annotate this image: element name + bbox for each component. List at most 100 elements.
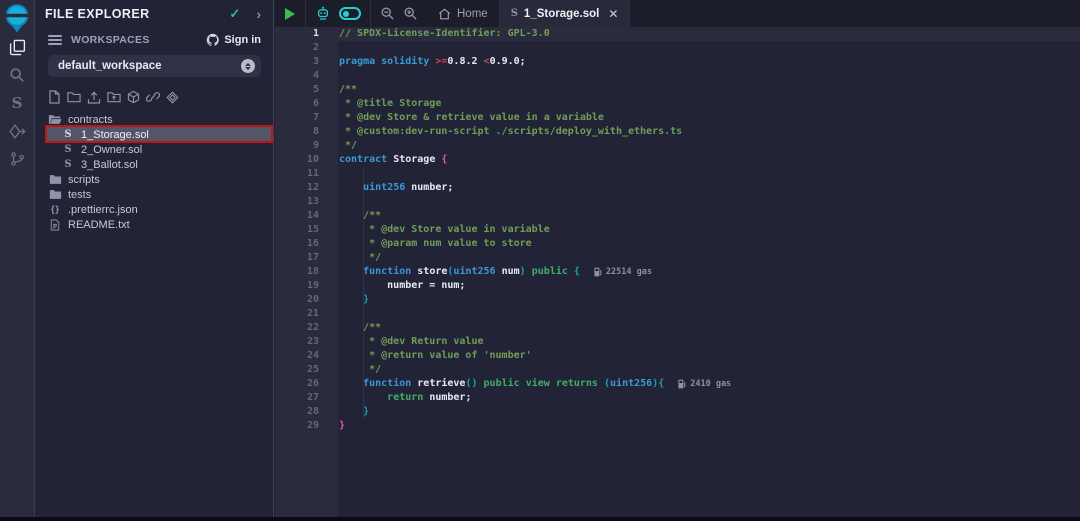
code-line-23[interactable]: * @dev Return value [338,335,1080,349]
create-new-folder-icon[interactable] [67,91,81,103]
import-from-ipfs-icon[interactable] [127,90,140,104]
vertical-icon-panel: S [0,0,35,521]
code-line-15[interactable]: * @dev Store value in variable [338,223,1080,237]
tree-item-3-ballot-sol[interactable]: S3_Ballot.sol [35,157,273,172]
home-icon [438,8,451,20]
code-filler[interactable] [338,433,1080,521]
line-number: 8 [275,125,338,139]
line-number: 10 [275,153,338,167]
code-line-17[interactable]: */ [338,251,1080,265]
code-empty-space [275,433,1080,521]
code-line-28[interactable]: } [338,405,1080,419]
line-number: 3 [275,55,338,69]
code-line-26[interactable]: function retrieve() public view returns … [338,377,1080,391]
code-row-12: 12 uint256 number; [275,181,1080,195]
code-line-14[interactable]: /** [338,209,1080,223]
workspace-selected-value: default_workspace [58,60,241,72]
code-line-4[interactable] [338,69,1080,83]
file-explorer-icon[interactable] [0,33,34,61]
tree-item-label: 1_Storage.sol [81,129,149,141]
chevron-right-icon[interactable]: › [256,7,261,21]
sign-in-button[interactable]: Sign in [206,33,261,47]
zoom-in-icon[interactable] [403,6,418,21]
code-line-22[interactable]: /** [338,321,1080,335]
code-line-27[interactable]: return number; [338,391,1080,405]
code-editor: 1// SPDX-License-Identifier: GPL-3.023pr… [275,27,1080,521]
code-row-2: 2 [275,41,1080,55]
upload-folder-icon[interactable] [107,91,121,103]
tree-item-prettierrc-json[interactable]: { }.prettierrc.json [35,202,273,217]
workspaces-label: WORKSPACES [71,34,206,46]
line-number: 25 [275,363,338,377]
tree-item-contracts[interactable]: contracts [35,112,273,127]
zoom-out-icon[interactable] [380,6,395,21]
line-number: 7 [275,111,338,125]
code-line-5[interactable]: /** [338,83,1080,97]
tree-item-scripts[interactable]: scripts [35,172,273,187]
sign-in-label: Sign in [224,34,261,46]
code-line-20[interactable]: } [338,293,1080,307]
run-group [275,0,305,27]
workspaces-menu-icon[interactable] [48,35,62,45]
editor-tabbar: Home S 1_Storage.sol ✕ [275,0,1080,27]
workspace-select[interactable]: default_workspace [48,55,261,77]
code-row-14: 14 /** [275,209,1080,223]
upload-files-icon[interactable] [87,91,101,104]
remix-ai-copilot-icon[interactable] [315,6,331,22]
code-line-29[interactable]: } [338,419,1080,433]
code-line-1[interactable]: // SPDX-License-Identifier: GPL-3.0 [338,27,1080,41]
code-line-9[interactable]: */ [338,139,1080,153]
ai-copilot-toggle[interactable] [339,7,361,20]
indent-guide [363,237,364,251]
code-line-25[interactable]: */ [338,363,1080,377]
tab-1-storage-sol[interactable]: S 1_Storage.sol ✕ [499,0,631,27]
close-tab-icon[interactable]: ✕ [608,7,618,21]
solidity-compiler-icon[interactable]: S [0,89,34,117]
file-explorer-panel: FILE EXPLORER ✓ › WORKSPACES Sign in def… [35,0,274,521]
deploy-and-run-icon[interactable] [0,117,34,145]
code-row-18: 18 function store(uint256 num) public {2… [275,265,1080,279]
line-number: 9 [275,139,338,153]
indent-guide [363,223,364,237]
solidity-file-icon: S [511,8,518,19]
code-row-17: 17 */ [275,251,1080,265]
code-line-12[interactable]: uint256 number; [338,181,1080,195]
code-line-18[interactable]: function store(uint256 num) public {2251… [338,265,1080,279]
tree-item-2-owner-sol[interactable]: S2_Owner.sol [35,142,273,157]
remix-logo-icon[interactable] [3,3,31,33]
code-line-16[interactable]: * @param num value to store [338,237,1080,251]
code-row-16: 16 * @param num value to store [275,237,1080,251]
code-line-8[interactable]: * @custom:dev-run-script ./scripts/deplo… [338,125,1080,139]
git-icon[interactable] [0,145,34,173]
tab-home[interactable]: Home [427,0,499,27]
import-from-https-icon[interactable] [146,90,160,104]
code-line-21[interactable] [338,307,1080,321]
line-number: 16 [275,237,338,251]
code-line-13[interactable] [338,195,1080,209]
check-icon[interactable]: ✓ [229,6,240,22]
code-line-10[interactable]: contract Storage { [338,153,1080,167]
search-icon[interactable] [0,61,34,89]
line-number: 15 [275,223,338,237]
publish-to-gist-icon[interactable] [166,91,179,104]
indent-guide [363,335,364,349]
file-tree: contractsS1_Storage.solS2_Owner.solS3_Ba… [35,112,273,232]
code-line-19[interactable]: number = num; [338,279,1080,293]
code-line-6[interactable]: * @title Storage [338,97,1080,111]
code-line-3[interactable]: pragma solidity >=0.8.2 <0.9.0; [338,55,1080,69]
run-script-button[interactable] [284,7,296,21]
code-line-11[interactable] [338,167,1080,181]
code-line-2[interactable] [338,41,1080,55]
code-line-24[interactable]: * @return value of 'number' [338,349,1080,363]
code-line-7[interactable]: * @dev Store & retrieve value in a varia… [338,111,1080,125]
create-new-file-icon[interactable] [48,90,61,104]
code-row-24: 24 * @return value of 'number' [275,349,1080,363]
indent-guide [363,321,364,335]
indent-guide [363,209,364,223]
line-number: 1 [275,27,338,41]
tree-item-readme-txt[interactable]: README.txt [35,217,273,232]
annotation-highlight-box [45,125,273,143]
tree-item-tests[interactable]: tests [35,187,273,202]
line-number: 2 [275,41,338,55]
tree-item-1-storage-sol[interactable]: S1_Storage.sol [35,127,273,142]
